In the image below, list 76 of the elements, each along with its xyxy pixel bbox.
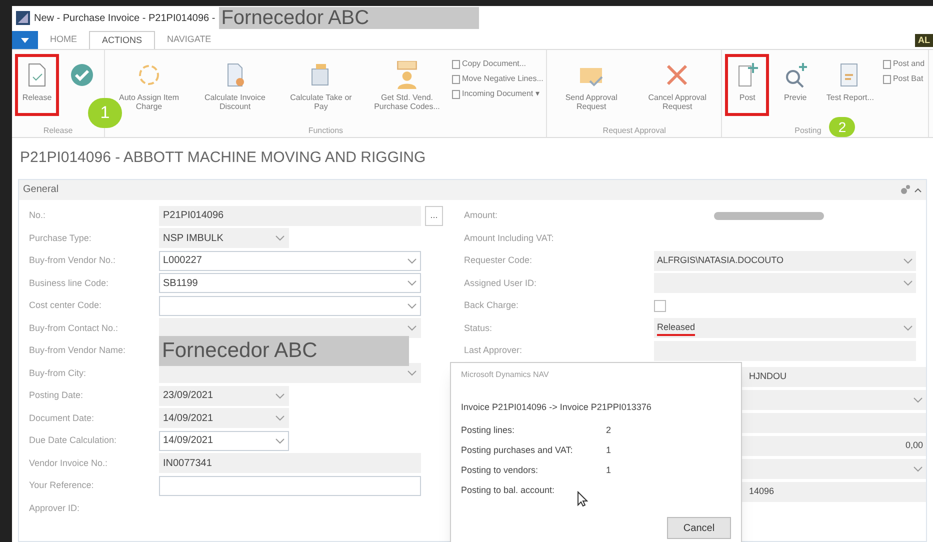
underlined-value: Released: [657, 320, 696, 336]
ribbon-group-label: Posting: [794, 125, 822, 137]
field-label: Approver ID:: [29, 502, 81, 515]
cancel-button[interactable]: Cancel: [667, 517, 731, 539]
field-label: Buy-from Vendor Name:: [29, 344, 127, 357]
dropdown-field[interactable]: Released: [654, 318, 916, 338]
field-label: Amount:: [464, 209, 499, 222]
ribbon-button[interactable]: Test Report...: [821, 54, 879, 116]
field-label: Purchase Type:: [29, 232, 92, 245]
dialog-line-value: 2: [606, 424, 612, 437]
field-label: Buy-from Contact No.:: [29, 322, 120, 335]
field-label: No.:: [29, 209, 47, 222]
dropdown-field[interactable]: 14/09/2021: [159, 408, 289, 428]
dialog-line-label: Posting lines:: [461, 424, 516, 437]
ribbon-button[interactable]: Previe: [773, 54, 818, 116]
ribbon-tab[interactable]: HOME: [38, 31, 89, 49]
ribbon-button[interactable]: Get Std. Vend. Purchase Codes...: [366, 54, 448, 116]
section-title: General: [23, 183, 59, 197]
user-badge: AL: [915, 34, 933, 47]
field-label: Last Approver:: [464, 344, 524, 357]
ribbon-tab[interactable]: NAVIGATE: [155, 31, 224, 49]
dialog-message: Invoice P21PI014096 -> Invoice P21PPI013376: [461, 401, 652, 414]
dialog-line-label: Posting to vendors:: [461, 464, 540, 477]
ribbon-group-label: Release: [43, 125, 73, 137]
field-label: Status:: [464, 322, 494, 334]
section-header[interactable]: General: [19, 180, 926, 200]
field-label: Vendor Invoice No.:: [29, 456, 109, 470]
text-field[interactable]: P21PI014096: [159, 206, 421, 226]
redaction-label: Fornecedor ABC: [159, 336, 409, 366]
dropdown-field[interactable]: L000227: [159, 250, 421, 271]
ribbon-small-button[interactable]: Post and: [882, 58, 925, 70]
field-label: Posting Date:: [29, 389, 84, 402]
field-value: 0,00: [905, 439, 923, 452]
field-value: 14096: [748, 485, 774, 498]
ribbon-button[interactable]: Calculate Take or Pay: [280, 54, 362, 116]
ribbon-small-button[interactable]: Incoming Document ▾: [452, 88, 544, 100]
ribbon-button[interactable]: Send Approval Request: [550, 54, 632, 116]
field-value: HJNDOU: [748, 370, 786, 384]
field-label: Amount Including VAT:: [464, 232, 555, 245]
window-title: New - Purchase Invoice - P21PI014096 -: [34, 12, 216, 26]
ribbon-group-label: Request Approval: [602, 125, 666, 137]
ribbon-tab[interactable]: ACTIONS: [89, 31, 156, 49]
field-label: Your Reference:: [29, 479, 95, 492]
ribbon-small-button[interactable]: Post Bat: [882, 73, 925, 85]
field-value: ALFRGIS\NATASIA.DOCOUTO: [657, 254, 784, 267]
field-label: Business line Code:: [29, 276, 110, 290]
dropdown-field[interactable]: 14/09/2021: [159, 430, 289, 451]
ribbon-button[interactable]: Release: [15, 54, 59, 116]
ribbon-button[interactable]: Calculate Invoice Discount: [194, 54, 276, 116]
field-label: Due Date Calculation:: [29, 434, 118, 447]
dialog-line-label: Posting purchases and VAT:: [461, 444, 574, 457]
step-badge: 2: [829, 117, 856, 137]
dropdown-field[interactable]: NSP IMBULK: [159, 228, 289, 248]
dropdown-field[interactable]: 23/09/2021: [159, 386, 289, 406]
dialog-line-value: 1: [606, 444, 612, 457]
ribbon-button[interactable]: Post: [725, 54, 770, 116]
ribbon-small-button[interactable]: Copy Document...: [452, 58, 544, 70]
ribbon-button[interactable]: Cancel Approval Request: [636, 54, 718, 116]
text-field[interactable]: IN0077341: [159, 453, 421, 474]
dropdown-field[interactable]: SB1199: [159, 273, 421, 294]
redaction-label: Fornecedor ABC: [219, 7, 480, 29]
dialog-title: Microsoft Dynamics NAV: [461, 369, 550, 381]
field-label: Buy-from City:: [29, 366, 88, 380]
field-label: Requester Code:: [464, 254, 534, 267]
ribbon-group-label: Functions: [308, 125, 344, 137]
field-label: Buy-from Vendor No.:: [29, 254, 117, 267]
field-label: Back Charge:: [464, 299, 520, 312]
dialog-line-label: Posting to bal. account:: [461, 484, 556, 497]
lookup-button[interactable]: ...: [425, 206, 443, 226]
field-label: Assigned User ID:: [464, 276, 538, 290]
field-label: Document Date:: [29, 412, 96, 424]
page-heading: P21PI014096 - ABBOTT MACHINE MOVING AND RIGGING: [19, 148, 427, 168]
dropdown-field[interactable]: ALFRGIS\NATASIA.DOCOUTO: [654, 250, 916, 271]
dialog-line-value: 1: [606, 464, 612, 477]
ribbon-small-button[interactable]: Move Negative Lines...: [452, 73, 544, 85]
field-label: Cost center Code:: [29, 299, 103, 312]
